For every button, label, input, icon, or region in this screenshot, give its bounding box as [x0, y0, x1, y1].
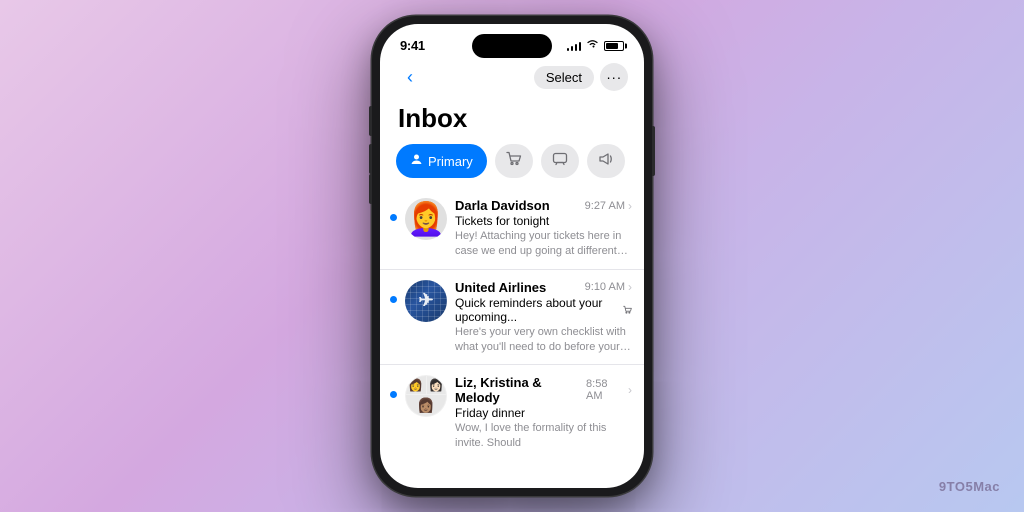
email-time-2: 9:10 AM — [585, 281, 625, 293]
email-subject-2: Quick reminders about your upcoming... — [455, 296, 632, 324]
email-preview-1: Hey! Attaching your tickets here in case… — [455, 229, 632, 259]
tab-primary-label: Primary — [428, 154, 473, 169]
tab-messages[interactable] — [541, 144, 579, 178]
avatar-ua: ✈ — [405, 280, 447, 322]
person-icon — [410, 153, 423, 169]
back-button[interactable]: ‹ — [396, 63, 424, 91]
email-sender-2: United Airlines — [455, 280, 546, 295]
phone-wrapper: 9:41 — [372, 16, 652, 496]
email-content-3: Liz, Kristina & Melody 8:58 AM › Friday … — [455, 375, 632, 451]
email-item-2[interactable]: ✈ United Airlines 9:10 AM › Quick remind… — [380, 270, 644, 366]
email-meta-1: 9:27 AM › — [585, 199, 632, 213]
battery-icon — [604, 41, 624, 51]
email-chevron-1: › — [628, 199, 632, 213]
signal-icon — [567, 41, 582, 51]
wifi-icon — [586, 39, 599, 52]
email-meta-3: 8:58 AM › — [586, 378, 632, 402]
email-content-1: Darla Davidson 9:27 AM › Tickets for ton… — [455, 198, 632, 259]
tab-shopping[interactable] — [495, 144, 533, 178]
email-header-2: United Airlines 9:10 AM › — [455, 280, 632, 295]
avatar-darla: 👩‍🦰 — [405, 198, 447, 240]
status-icons — [567, 39, 625, 52]
more-button[interactable]: ··· — [600, 63, 628, 91]
inbox-title: Inbox — [380, 99, 644, 144]
message-icon — [552, 151, 568, 172]
tab-promotions[interactable] — [587, 144, 625, 178]
email-chevron-3: › — [628, 383, 632, 397]
email-meta-2: 9:10 AM › — [585, 280, 632, 294]
nav-bar: ‹ Select ··· — [380, 59, 644, 99]
email-item-1[interactable]: 👩‍🦰 Darla Davidson 9:27 AM › Tickets for… — [380, 188, 644, 270]
select-button[interactable]: Select — [534, 66, 594, 89]
megaphone-icon — [598, 151, 614, 172]
email-item-3[interactable]: 👩 👩🏻 👩🏽 Liz, Kristina & Melody 8:58 AM ›… — [380, 365, 644, 461]
unread-dot-3 — [390, 391, 397, 398]
filter-tabs: Primary — [380, 144, 644, 188]
phone-screen: 9:41 — [380, 24, 644, 488]
watermark: 9TO5Mac — [939, 479, 1000, 494]
more-dots-icon: ··· — [606, 69, 622, 85]
cart-icon — [506, 151, 522, 172]
email-sender-1: Darla Davidson — [455, 198, 550, 213]
unread-dot-1 — [390, 214, 397, 221]
nav-actions: Select ··· — [534, 63, 628, 91]
avatar-emoji-darla: 👩‍🦰 — [406, 203, 446, 235]
avatar-group: 👩 👩🏻 👩🏽 — [405, 375, 447, 417]
email-header-3: Liz, Kristina & Melody 8:58 AM › — [455, 375, 632, 405]
email-chevron-2: › — [628, 280, 632, 294]
email-sender-3: Liz, Kristina & Melody — [455, 375, 586, 405]
email-time-1: 9:27 AM — [585, 200, 625, 212]
email-list: 👩‍🦰 Darla Davidson 9:27 AM › Tickets for… — [380, 188, 644, 488]
back-chevron-icon: ‹ — [407, 68, 413, 86]
email-preview-2: Here's your very own checklist with what… — [455, 325, 632, 355]
email-time-3: 8:58 AM — [586, 378, 625, 402]
email-preview-3: Wow, I love the formality of this invite… — [455, 421, 632, 451]
tab-primary[interactable]: Primary — [396, 144, 487, 178]
unread-dot-2 — [390, 296, 397, 303]
subject-cart-icon — [623, 304, 632, 316]
dynamic-island — [472, 34, 552, 58]
status-time: 9:41 — [400, 38, 425, 53]
email-subject-1: Tickets for tonight — [455, 214, 632, 228]
email-header-1: Darla Davidson 9:27 AM › — [455, 198, 632, 213]
email-content-2: United Airlines 9:10 AM › Quick reminder… — [455, 280, 632, 355]
email-subject-3: Friday dinner — [455, 406, 632, 420]
